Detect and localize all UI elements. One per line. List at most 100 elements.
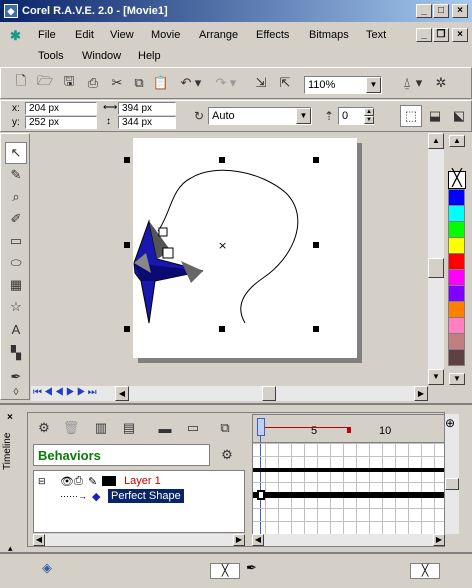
pick-tool-icon[interactable]: ↖ xyxy=(5,142,27,164)
menu-help[interactable]: Help xyxy=(138,50,161,62)
paste-icon[interactable]: 📋 xyxy=(150,72,172,94)
angle-down-icon[interactable]: ▼ xyxy=(364,116,374,124)
edit-toggle-icon[interactable]: ✎ xyxy=(88,475,97,488)
layer-hscrollbar[interactable] xyxy=(33,534,245,546)
menu-movie[interactable]: Movie xyxy=(151,29,180,41)
layer-scroll-left-icon[interactable]: ◀ xyxy=(33,534,45,546)
view-toggle-icon[interactable]: ⧉ xyxy=(214,417,236,439)
center-marker-icon[interactable]: × xyxy=(218,239,227,252)
scroll-right-icon[interactable]: ▶ xyxy=(414,386,428,401)
zoom-tool-icon[interactable]: ⌕ xyxy=(5,186,27,208)
angle-up-icon[interactable]: ▲ xyxy=(364,108,374,116)
close-button[interactable]: × xyxy=(452,4,468,18)
cut-icon[interactable]: ✂ xyxy=(106,72,128,94)
visibility-icon[interactable]: 👁 xyxy=(60,475,74,488)
interactive-tool-icon[interactable]: ▚ xyxy=(5,342,27,364)
doc-close-button[interactable]: × xyxy=(452,28,468,42)
menu-window[interactable]: Window xyxy=(82,50,121,62)
no-color-swatch[interactable]: ╳ xyxy=(448,171,466,189)
node-handle[interactable] xyxy=(162,247,174,259)
frame-vscroll-thumb[interactable] xyxy=(445,478,459,490)
open-icon[interactable]: 🗁 xyxy=(34,72,56,94)
frame-grid[interactable]: 5 10 xyxy=(252,414,445,546)
maximize-button[interactable]: □ xyxy=(433,4,449,18)
combine-icon[interactable]: ⬕ xyxy=(448,105,470,127)
color-swatch[interactable] xyxy=(448,269,465,286)
ellipse-tool-icon[interactable]: ⬭ xyxy=(5,252,27,274)
layer-properties-icon[interactable]: ⚙ xyxy=(33,417,55,439)
frame-icon[interactable]: ▭ xyxy=(182,417,204,439)
menu-edit[interactable]: Edit xyxy=(75,29,94,41)
undo-dropdown-icon[interactable]: ▾ xyxy=(193,72,203,94)
menu-effects[interactable]: Effects xyxy=(256,29,289,41)
minimize-button[interactable]: _ xyxy=(416,4,432,18)
new-icon[interactable]: 🗋 xyxy=(10,72,32,94)
doc-minimize-button[interactable]: _ xyxy=(416,28,432,42)
fill-status-icon[interactable]: ◈ xyxy=(42,560,52,576)
menu-view[interactable]: View xyxy=(110,29,134,41)
eyedropper-tool-icon[interactable]: ✒ xyxy=(5,366,27,388)
rectangle-tool-icon[interactable]: ▭ xyxy=(5,230,27,252)
copy-icon[interactable]: ⧉ xyxy=(128,72,150,94)
motion-start-handle[interactable] xyxy=(158,227,168,237)
frame-vscrollbar[interactable] xyxy=(445,414,459,534)
redo-dropdown-icon[interactable]: ▾ xyxy=(228,72,238,94)
options-icon[interactable]: ✲ xyxy=(430,72,452,94)
save-icon[interactable]: 🖫 xyxy=(58,72,80,94)
print-toggle-icon[interactable]: ⎙ xyxy=(74,475,83,488)
delete-layer-icon[interactable]: 🗑 xyxy=(60,417,82,439)
scroll-up-icon[interactable]: ▲ xyxy=(428,133,444,149)
palette-up-icon[interactable]: ▲ xyxy=(449,135,465,147)
layer-expand-icon[interactable]: ⊟ xyxy=(38,476,46,487)
outline-swatch[interactable]: ╳ xyxy=(410,563,440,579)
export-icon[interactable]: ⇱ xyxy=(274,72,296,94)
to-back-icon[interactable]: ⬓ xyxy=(424,105,446,127)
page-navigator-icons[interactable]: ⏮◀◀▶▶⏭ xyxy=(33,387,99,398)
range-end-marker[interactable] xyxy=(347,427,351,433)
behaviors-settings-icon[interactable]: ⚙ xyxy=(216,444,238,466)
frame-scroll-right-icon[interactable]: ▶ xyxy=(433,534,445,546)
perfect-shape-label[interactable]: Perfect Shape xyxy=(108,489,184,503)
layer-1-label[interactable]: Layer 1 xyxy=(124,475,161,487)
color-swatch[interactable] xyxy=(448,317,465,334)
doc-restore-button[interactable]: ❐ xyxy=(433,28,449,42)
polygon-tool-icon[interactable]: ☆ xyxy=(5,296,27,318)
outline-status-icon[interactable]: ✒ xyxy=(246,560,257,576)
color-swatch[interactable] xyxy=(448,349,465,366)
y-position-field[interactable]: 252 px xyxy=(25,116,97,129)
width-field[interactable]: 394 px xyxy=(118,102,176,115)
to-front-icon[interactable]: ⬚ xyxy=(400,105,422,127)
keyframe-marker[interactable] xyxy=(257,490,265,500)
shape-tool-icon[interactable]: ✎ xyxy=(5,164,27,186)
palette-down-icon[interactable]: ▼ xyxy=(449,373,465,385)
vertical-scroll-thumb[interactable] xyxy=(428,258,444,278)
menu-text[interactable]: Text xyxy=(366,29,386,41)
perfect-shape-star[interactable] xyxy=(133,219,204,324)
menu-tools[interactable]: Tools xyxy=(38,50,64,62)
frame-hscrollbar[interactable] xyxy=(252,534,445,546)
import-icon[interactable]: ⇲ xyxy=(250,72,272,94)
mode-dropdown-icon[interactable]: ▼ xyxy=(296,108,311,124)
menu-bitmaps[interactable]: Bitmaps xyxy=(309,29,349,41)
print-icon[interactable]: ⎙ xyxy=(82,72,104,94)
color-swatch[interactable] xyxy=(448,285,465,302)
tween-icon[interactable]: ▬ xyxy=(154,417,176,439)
insert-keyframe-icon[interactable]: ▤ xyxy=(118,417,140,439)
color-swatch[interactable] xyxy=(448,237,465,254)
zoom-dropdown-icon[interactable]: ▼ xyxy=(366,77,381,93)
height-field[interactable]: 344 px xyxy=(118,116,176,129)
color-swatch[interactable] xyxy=(448,189,465,206)
snap-dropdown-icon[interactable]: ▾ xyxy=(414,72,424,94)
layer-scroll-right-icon[interactable]: ▶ xyxy=(233,534,245,546)
horizontal-scroll-thumb[interactable] xyxy=(262,386,276,401)
text-tool-icon[interactable]: A xyxy=(5,318,27,340)
grid-tool-icon[interactable]: ▦ xyxy=(5,274,27,296)
insert-frame-icon[interactable]: ▥ xyxy=(90,417,112,439)
color-swatch[interactable] xyxy=(448,205,465,222)
color-swatch[interactable] xyxy=(448,301,465,318)
freehand-tool-icon[interactable]: ✐ xyxy=(5,208,27,230)
playhead-icon[interactable] xyxy=(257,418,265,436)
menu-file[interactable]: File xyxy=(38,29,56,41)
frame-scroll-left-icon[interactable]: ◀ xyxy=(252,534,264,546)
scroll-down-icon[interactable]: ▼ xyxy=(428,369,444,385)
